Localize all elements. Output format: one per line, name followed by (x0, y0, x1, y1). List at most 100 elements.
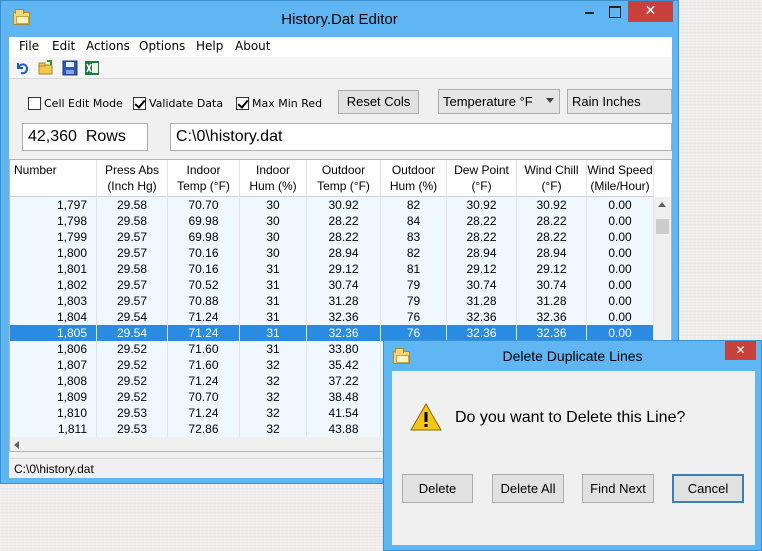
table-cell[interactable]: 29.57 (97, 293, 168, 309)
table-cell[interactable]: 43.88 (307, 421, 381, 437)
table-cell[interactable]: 30 (240, 197, 307, 213)
table-cell[interactable]: 29.52 (97, 373, 168, 389)
table-cell[interactable]: 70.70 (168, 197, 240, 213)
table-cell[interactable]: 29.53 (97, 421, 168, 437)
table-cell[interactable]: 31.28 (447, 293, 517, 309)
table-cell[interactable]: 28.22 (447, 213, 517, 229)
table-cell[interactable]: 29.57 (97, 277, 168, 293)
table-cell[interactable]: 71.24 (168, 373, 240, 389)
cell-edit-mode-checkbox[interactable]: Cell Edit Mode (28, 95, 128, 111)
table-cell[interactable]: 84 (381, 213, 447, 229)
close-button[interactable]: ✕ (628, 1, 673, 22)
table-cell[interactable]: 29.58 (97, 197, 168, 213)
table-row[interactable]: 1,797 29.58 70.70 30 30.92 82 30.92 30.92 0.00 (10, 197, 654, 213)
table-cell[interactable]: 1,807 (10, 357, 97, 373)
table-cell[interactable]: 69.98 (168, 213, 240, 229)
table-cell[interactable]: 32 (240, 389, 307, 405)
scroll-left-icon[interactable] (14, 441, 19, 449)
table-cell[interactable]: 30.74 (307, 277, 381, 293)
table-cell[interactable]: 1,806 (10, 341, 97, 357)
table-cell[interactable]: 0.00 (587, 213, 654, 229)
table-cell[interactable]: 0.00 (587, 229, 654, 245)
table-cell[interactable]: 30.92 (447, 197, 517, 213)
menu-edit[interactable]: Edit (52, 39, 75, 53)
table-cell[interactable]: 28.22 (517, 229, 587, 245)
table-cell[interactable]: 79 (381, 293, 447, 309)
table-cell[interactable]: 29.12 (307, 261, 381, 277)
vertical-scroll-thumb[interactable] (656, 219, 669, 234)
table-cell[interactable]: 31 (240, 293, 307, 309)
save-icon[interactable] (62, 60, 78, 76)
table-cell[interactable]: 28.94 (517, 245, 587, 261)
rain-unit-select[interactable]: Rain Inches (567, 89, 672, 114)
table-cell[interactable]: 71.24 (168, 405, 240, 421)
column-header[interactable]: Wind Speed (Mile/Hour) (587, 160, 654, 197)
table-row[interactable]: 1,800 29.57 70.16 30 28.94 82 28.94 28.94 0.00 (10, 245, 654, 261)
table-cell[interactable]: 1,799 (10, 229, 97, 245)
table-cell[interactable]: 30 (240, 229, 307, 245)
table-cell[interactable]: 70.88 (168, 293, 240, 309)
column-header[interactable]: Number (10, 160, 97, 197)
menu-options[interactable]: Options (139, 39, 185, 53)
table-cell[interactable]: 30 (240, 213, 307, 229)
table-cell[interactable]: 70.16 (168, 245, 240, 261)
table-cell[interactable]: 1,808 (10, 373, 97, 389)
table-cell[interactable]: 31.28 (307, 293, 381, 309)
column-header[interactable]: Outdoor Hum (%) (381, 160, 447, 197)
table-cell[interactable]: 29.54 (97, 309, 168, 325)
validate-data-box[interactable] (133, 97, 146, 110)
column-header[interactable]: Wind Chill (°F) (517, 160, 587, 197)
menu-about[interactable]: About (235, 39, 270, 53)
table-cell[interactable]: 71.60 (168, 341, 240, 357)
minimize-button[interactable] (579, 1, 599, 22)
table-cell[interactable]: 29.12 (517, 261, 587, 277)
table-cell[interactable]: 33.80 (307, 341, 381, 357)
table-cell[interactable]: 81 (381, 261, 447, 277)
table-cell[interactable]: 29.58 (97, 213, 168, 229)
table-cell[interactable]: 28.22 (307, 229, 381, 245)
table-cell[interactable]: 0.00 (587, 325, 654, 341)
table-cell[interactable]: 1,798 (10, 213, 97, 229)
dialog-title-bar[interactable]: Delete Duplicate Lines ✕ (384, 341, 761, 371)
table-cell[interactable]: 1,800 (10, 245, 97, 261)
table-row[interactable]: 1,801 29.58 70.16 31 29.12 81 29.12 29.12 0.00 (10, 261, 654, 277)
table-cell[interactable]: 29.52 (97, 341, 168, 357)
table-cell[interactable]: 29.54 (97, 325, 168, 341)
menu-file[interactable]: File (19, 39, 39, 53)
file-path-field[interactable]: C:\0\history.dat (170, 123, 672, 151)
table-cell[interactable]: 71.60 (168, 357, 240, 373)
table-cell[interactable]: 30.92 (517, 197, 587, 213)
table-cell[interactable]: 83 (381, 229, 447, 245)
table-cell[interactable]: 0.00 (587, 277, 654, 293)
table-row[interactable]: 1,804 29.54 71.24 31 32.36 76 32.36 32.36 0.00 (10, 309, 654, 325)
table-cell[interactable]: 1,805 (10, 325, 97, 341)
delete-all-button[interactable]: Delete All (492, 474, 564, 503)
table-cell[interactable]: 28.22 (307, 213, 381, 229)
table-cell[interactable]: 71.24 (168, 309, 240, 325)
open-folder-icon[interactable] (38, 60, 54, 76)
menu-help[interactable]: Help (196, 39, 223, 53)
table-cell[interactable]: 1,804 (10, 309, 97, 325)
table-cell[interactable]: 30.92 (307, 197, 381, 213)
table-cell[interactable]: 69.98 (168, 229, 240, 245)
table-cell[interactable]: 28.22 (517, 213, 587, 229)
table-cell[interactable]: 31 (240, 277, 307, 293)
table-row[interactable]: 1,799 29.57 69.98 30 28.22 83 28.22 28.22 0.00 (10, 229, 654, 245)
table-cell[interactable]: 32.36 (307, 309, 381, 325)
table-cell[interactable]: 29.12 (447, 261, 517, 277)
table-row[interactable]: 1,798 29.58 69.98 30 28.22 84 28.22 28.22 0.00 (10, 213, 654, 229)
table-cell[interactable]: 32 (240, 405, 307, 421)
table-cell[interactable]: 41.54 (307, 405, 381, 421)
validate-data-checkbox[interactable]: Validate Data (133, 95, 223, 111)
table-cell[interactable]: 29.57 (97, 245, 168, 261)
cell-edit-mode-box[interactable] (28, 97, 41, 110)
table-cell[interactable]: 0.00 (587, 245, 654, 261)
table-cell[interactable]: 1,802 (10, 277, 97, 293)
table-cell[interactable]: 29.57 (97, 229, 168, 245)
table-cell[interactable]: 1,801 (10, 261, 97, 277)
table-cell[interactable]: 72.86 (168, 421, 240, 437)
table-cell[interactable]: 28.22 (447, 229, 517, 245)
table-cell[interactable]: 1,803 (10, 293, 97, 309)
table-cell[interactable]: 82 (381, 245, 447, 261)
table-cell[interactable]: 32.36 (447, 325, 517, 341)
